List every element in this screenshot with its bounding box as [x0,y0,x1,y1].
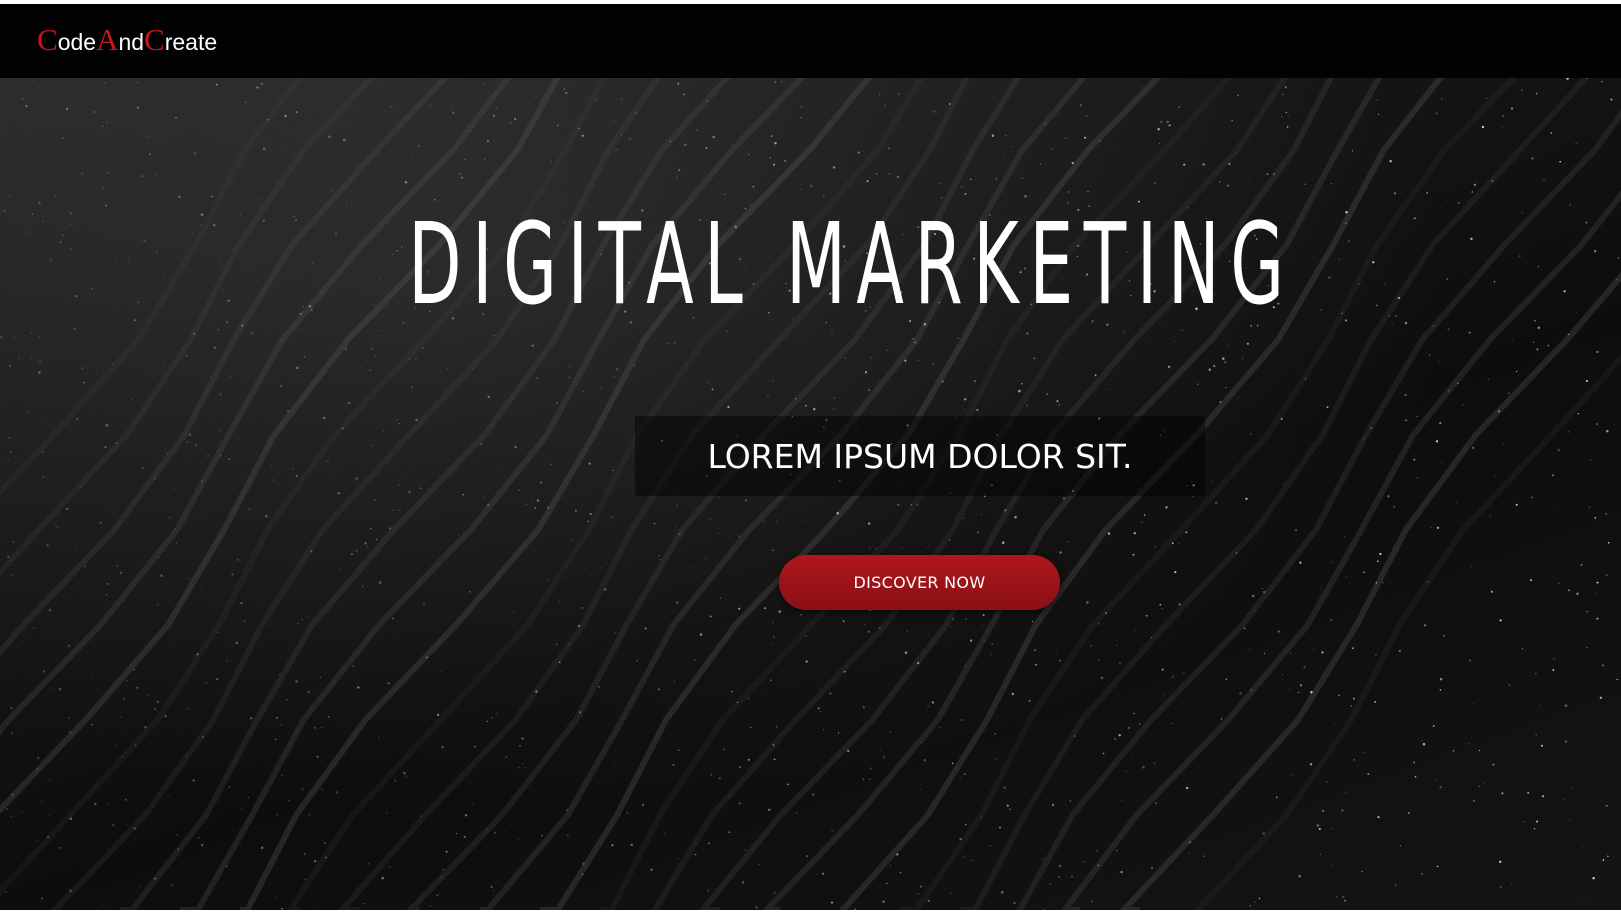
hero-section: CodeAndCreate DIGITAL MARKETING LOREM IP… [0,4,1621,910]
hero-headline: DIGITAL MARKETING [408,200,1295,330]
tagline-box: LOREM IPSUM DOLOR SIT. [635,416,1205,496]
logo-text: reate [164,29,218,55]
hero-tagline: LOREM IPSUM DOLOR SIT. [707,436,1133,476]
navbar: CodeAndCreate [0,4,1621,78]
logo-letter: C [37,22,58,57]
logo-text: nd [118,29,145,55]
logo-text: ode [57,29,97,55]
discover-now-button[interactable]: DISCOVER NOW [779,555,1060,610]
logo-letter: A [96,22,119,57]
logo-letter: C [144,22,165,57]
page: CodeAndCreate DIGITAL MARKETING LOREM IP… [0,0,1621,912]
site-logo[interactable]: CodeAndCreate [37,22,217,58]
